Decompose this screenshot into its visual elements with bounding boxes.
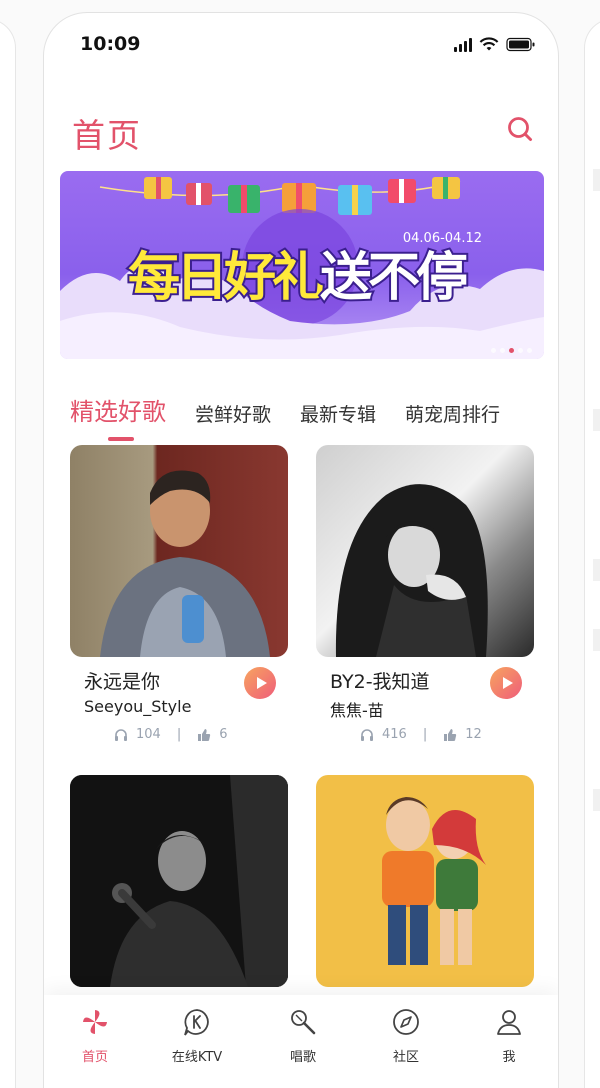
bottom-tab-bar: 首页 在线KTV 唱歌 社区 我 — [44, 995, 558, 1088]
song-card[interactable]: BY2-我知道 焦焦-苗 416 | 12 — [316, 445, 534, 742]
thumbs-up-icon[interactable] — [197, 728, 211, 742]
status-icons — [454, 37, 536, 52]
category-tabs: 精选好歌 尝鲜好歌 最新专辑 萌宠周排行 — [70, 387, 558, 441]
person-icon — [497, 1010, 521, 1035]
listen-count: 416 — [382, 727, 407, 742]
page-title: 首页 — [72, 116, 142, 155]
tabbar-item-home[interactable]: 首页 — [55, 1007, 135, 1065]
tabbar-label: 我 — [502, 1050, 516, 1065]
banner-dot[interactable] — [500, 348, 505, 353]
tabbar-label: 社区 — [392, 1050, 419, 1065]
prev-screen-edge — [0, 18, 16, 1088]
microphone-icon — [291, 1010, 316, 1035]
song-card[interactable] — [316, 775, 534, 987]
song-stats: 416 | 12 — [360, 727, 482, 742]
song-artist[interactable]: 焦焦-苗 — [330, 697, 384, 721]
pinwheel-icon — [83, 1010, 107, 1034]
play-button[interactable] — [490, 667, 522, 699]
tab-featured[interactable]: 精选好歌 — [70, 392, 166, 441]
like-count: 6 — [219, 727, 228, 742]
headphones-icon — [115, 728, 127, 741]
tab-fresh[interactable]: 尝鲜好歌 — [195, 400, 271, 427]
banner-title-part1: 每日好礼 — [126, 246, 326, 310]
song-stats: 104 | 6 — [114, 727, 228, 742]
battery-icon — [506, 37, 535, 52]
tab-new-albums[interactable]: 最新专辑 — [300, 400, 376, 427]
banner-dot[interactable] — [518, 348, 523, 353]
song-card[interactable]: 永远是你 Seeyou_Style 104 | 6 — [70, 445, 288, 742]
next-screen-edge — [584, 18, 600, 1088]
tabbar-label: 唱歌 — [289, 1050, 316, 1065]
tabbar-item-sing[interactable]: 唱歌 — [263, 1007, 343, 1065]
listen-count: 104 — [136, 727, 161, 742]
status-bar: 10:09 — [44, 33, 558, 57]
tabbar-item-ktv[interactable]: 在线KTV — [157, 1007, 237, 1065]
song-cover[interactable] — [70, 445, 288, 657]
signal-icon — [454, 37, 472, 52]
page-header: 首页 — [44, 109, 558, 155]
tabbar-item-me[interactable]: 我 — [469, 1007, 549, 1065]
tabbar-item-community[interactable]: 社区 — [366, 1007, 446, 1065]
status-time: 10:09 — [80, 33, 141, 55]
banner-dot[interactable] — [509, 348, 514, 353]
tab-pet-weekly[interactable]: 萌宠周排行 — [405, 400, 500, 427]
tabbar-label: 首页 — [81, 1050, 108, 1065]
search-icon[interactable] — [506, 115, 534, 143]
ktv-icon — [184, 1009, 209, 1036]
banner-title-part2: 送不停 — [318, 246, 470, 310]
song-title: BY2-我知道 — [330, 671, 430, 693]
banner-dot[interactable] — [491, 348, 496, 353]
thumbs-up-icon[interactable] — [443, 728, 457, 742]
banner-title: 每日好礼送不停 — [126, 235, 470, 310]
song-cover[interactable] — [316, 775, 534, 987]
play-button[interactable] — [244, 667, 276, 699]
like-count: 12 — [465, 727, 482, 742]
phone-screen: 10:09 首页 04.06-04.12 每日好礼送不停 精选好歌 尝鲜好歌 最… — [43, 12, 559, 1088]
wifi-icon — [479, 37, 499, 51]
song-cover[interactable] — [316, 445, 534, 657]
song-artist[interactable]: Seeyou_Style — [84, 697, 191, 716]
song-cover[interactable] — [70, 775, 288, 987]
headphones-icon — [361, 728, 373, 741]
song-card[interactable] — [70, 775, 288, 987]
banner-dot[interactable] — [527, 348, 532, 353]
tabbar-label: 在线KTV — [171, 1050, 223, 1065]
stats-divider: | — [176, 727, 182, 742]
app-screenshot-stage: 10:09 首页 04.06-04.12 每日好礼送不停 精选好歌 尝鲜好歌 最… — [0, 0, 600, 1088]
promo-banner[interactable]: 04.06-04.12 每日好礼送不停 — [60, 171, 544, 359]
stats-divider: | — [422, 727, 428, 742]
compass-icon — [393, 1009, 419, 1035]
song-title: 永远是你 — [84, 671, 161, 693]
banner-pagination — [491, 348, 532, 353]
